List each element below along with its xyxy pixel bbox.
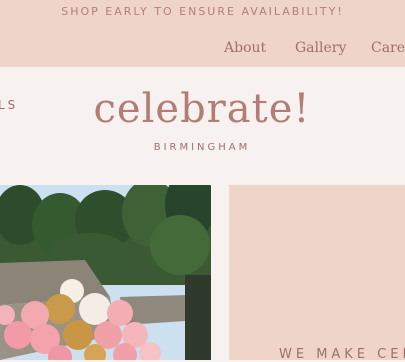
nav-link-care[interactable]: Care	[371, 40, 405, 56]
nav-link-gallery[interactable]: Gallery	[295, 40, 346, 56]
header-left-link[interactable]: LS	[0, 98, 18, 112]
promo-panel	[229, 185, 405, 360]
location-label: BIRMINGHAM	[153, 142, 251, 153]
nav-link-about[interactable]: About	[224, 40, 266, 56]
promo-banner-text: SHOP EARLY TO ENSURE AVAILABILITY!	[61, 5, 344, 18]
site-logo[interactable]: celebrate!	[82, 86, 322, 132]
hero-photo	[0, 185, 211, 360]
balloon-arch-photo	[0, 185, 211, 360]
